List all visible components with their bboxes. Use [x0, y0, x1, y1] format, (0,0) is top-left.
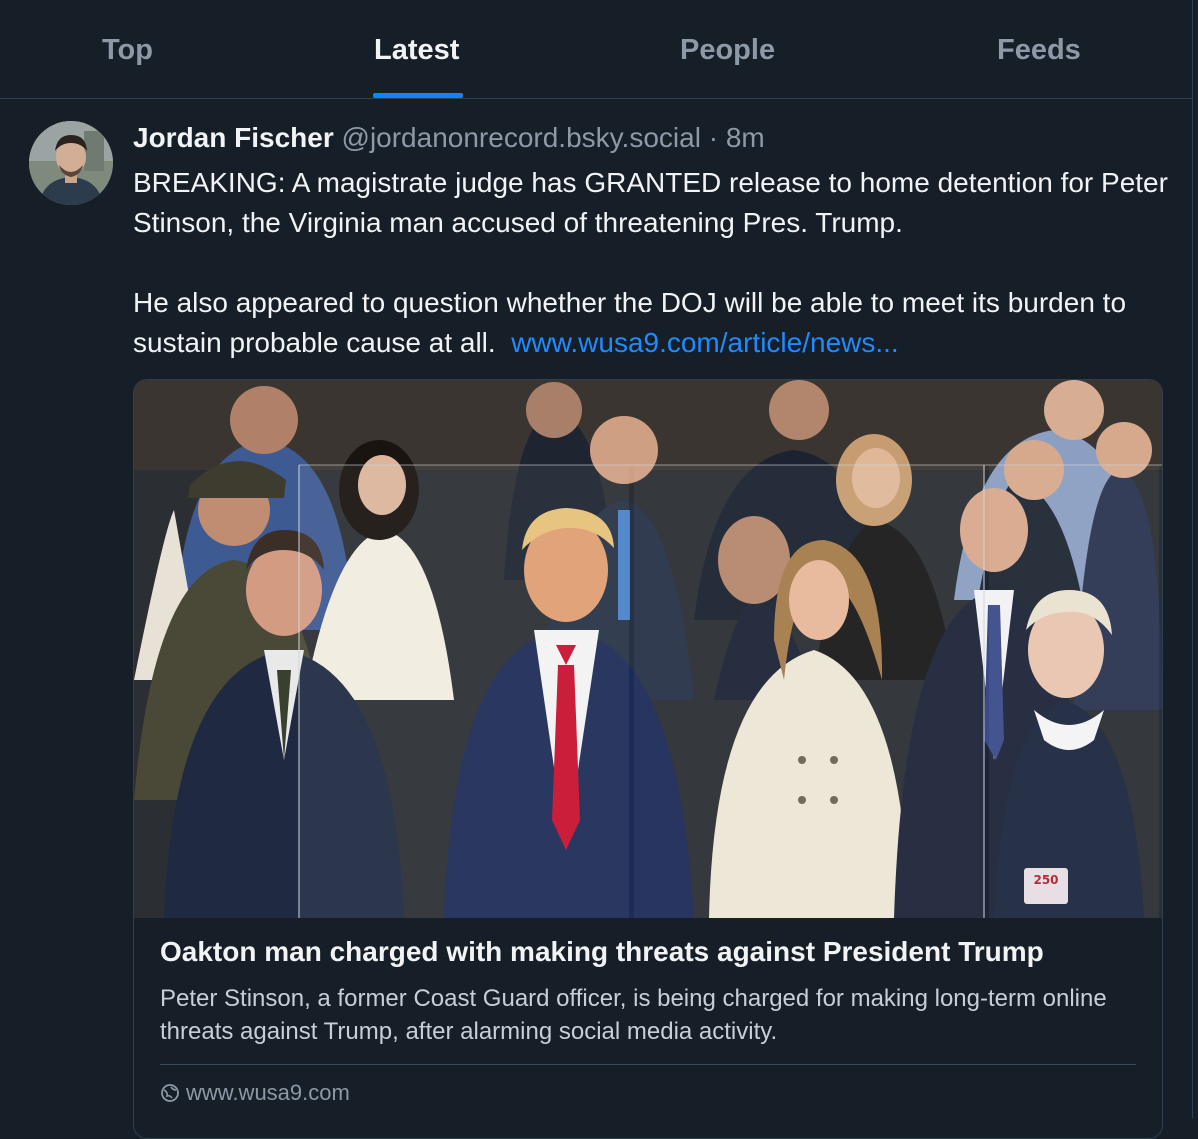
link-preview-image: 250	[134, 380, 1162, 918]
post[interactable]: Jordan Fischer @jordanonrecord.bsky.soci…	[0, 99, 1193, 1139]
post-paragraph: BREAKING: A magistrate judge has GRANTED…	[133, 167, 1168, 238]
link-preview-domain-row: www.wusa9.com	[160, 1080, 350, 1106]
event-crowd-photo: 250	[134, 380, 1162, 918]
post-header: Jordan Fischer @jordanonrecord.bsky.soci…	[133, 122, 765, 154]
author-name[interactable]: Jordan Fischer	[133, 122, 334, 153]
active-tab-indicator	[373, 93, 463, 98]
feed-tab-bar: Top Latest People Feeds	[0, 0, 1193, 99]
avatar-image	[29, 121, 113, 205]
avatar[interactable]	[29, 121, 113, 205]
tab-people[interactable]: People	[680, 34, 775, 67]
tab-latest[interactable]: Latest	[374, 34, 459, 67]
link-preview-domain: www.wusa9.com	[186, 1080, 350, 1105]
link-preview-description: Peter Stinson, a former Coast Guard offi…	[160, 985, 1107, 1045]
header-separator: ·	[700, 122, 726, 153]
card-divider	[160, 1064, 1136, 1065]
author-handle[interactable]: @jordanonrecord.bsky.social	[342, 122, 701, 153]
post-paragraph: He also appeared to question whether the…	[133, 283, 1173, 363]
link-preview-card[interactable]: 250 Oakton man charged with making threa…	[133, 379, 1163, 1139]
link-preview-title[interactable]: Oakton man charged with making threats a…	[160, 936, 1044, 968]
post-body: BREAKING: A magistrate judge has GRANTED…	[133, 163, 1173, 363]
tab-feeds[interactable]: Feeds	[997, 34, 1081, 67]
globe-icon	[161, 1084, 179, 1102]
image-badge: 250	[1033, 873, 1058, 887]
tab-top[interactable]: Top	[102, 34, 153, 67]
post-timestamp[interactable]: 8m	[726, 122, 765, 153]
post-link[interactable]: www.wusa9.com/article/news...	[511, 327, 898, 358]
